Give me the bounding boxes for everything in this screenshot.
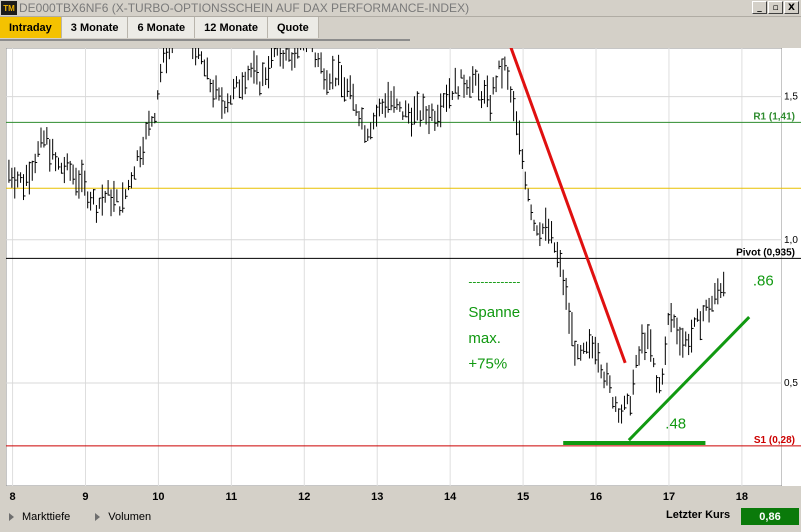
x-tick-label: 10: [152, 491, 164, 503]
y-tick-label: 1,5: [784, 92, 798, 103]
x-axis: 8 9 10 11 12 13 14 15 16 17 18: [10, 491, 749, 503]
reference-label-pivot: Pivot (0,935): [736, 247, 795, 258]
minimize-button[interactable]: _: [752, 1, 767, 14]
x-tick-label: 17: [663, 491, 675, 503]
tab-quote[interactable]: Quote: [267, 17, 319, 38]
x-tick-label: 12: [298, 491, 310, 503]
volumen-label: Volumen: [108, 511, 152, 523]
period-tabs: Intraday 3 Monate 6 Monate 12 Monate Quo…: [0, 17, 319, 38]
x-tick-label: 14: [444, 491, 457, 503]
window-titlebar: TM DE000TBX6NF6 (X-TURBO-OPTIONSSCHEIN A…: [0, 0, 801, 17]
volumen-toggle[interactable]: Volumen: [86, 511, 151, 523]
spanne-annotation-line: -------------: [468, 275, 520, 289]
chart-svg: 1,5 1,0 0,5 R1 (1,41) Pivot (0,935) S1 (0,28)…: [6, 48, 801, 486]
x-tick-label: 18: [736, 491, 748, 503]
tab-12-monate[interactable]: 12 Monate: [195, 17, 268, 38]
y-tick-label: 1,0: [784, 235, 798, 246]
spanne-annotation-line: Spanne: [468, 304, 520, 321]
x-tick-label: 11: [226, 491, 238, 503]
app-logo-icon: TM: [1, 1, 17, 15]
reference-label-r1: R1 (1,41): [753, 111, 795, 122]
expand-arrow-icon: [9, 513, 14, 521]
last-price-label: Letzter Kurs: [666, 509, 731, 521]
x-tick-label: 8: [10, 491, 16, 503]
tab-3-monate[interactable]: 3 Monate: [61, 17, 129, 38]
y-tick-label: 0,5: [784, 378, 798, 389]
window-title: DE000TBX6NF6 (X-TURBO-OPTIONSSCHEIN AUF …: [19, 1, 470, 15]
low-annotation: .48: [665, 416, 686, 433]
close-button[interactable]: X: [784, 1, 799, 14]
tab-intraday[interactable]: Intraday: [0, 17, 62, 38]
expand-arrow-icon: [95, 513, 101, 521]
x-tick-label: 9: [82, 491, 88, 503]
last-price-value: 0,86: [741, 508, 799, 525]
spanne-annotation-line: +75%: [468, 356, 507, 373]
markttiefe-toggle[interactable]: Markttiefe: [0, 511, 70, 523]
x-tick-label: 15: [517, 491, 529, 503]
tabs-divider: [0, 39, 410, 41]
x-tick-label: 13: [371, 491, 383, 503]
restore-button[interactable]: ▫: [768, 1, 783, 14]
markttiefe-label: Markttiefe: [22, 511, 71, 523]
price-chart: 1,5 1,0 0,5 R1 (1,41) Pivot (0,935) S1 (0,28)…: [6, 48, 801, 486]
x-tick-label: 16: [590, 491, 602, 503]
bottom-bar: Markttiefe Volumen Letzter Kurs 0,86: [0, 506, 801, 528]
high-annotation: .86: [753, 273, 774, 290]
spanne-annotation-line: max.: [468, 330, 501, 347]
reference-label-s1: S1 (0,28): [754, 435, 795, 446]
tab-6-monate[interactable]: 6 Monate: [128, 17, 196, 38]
